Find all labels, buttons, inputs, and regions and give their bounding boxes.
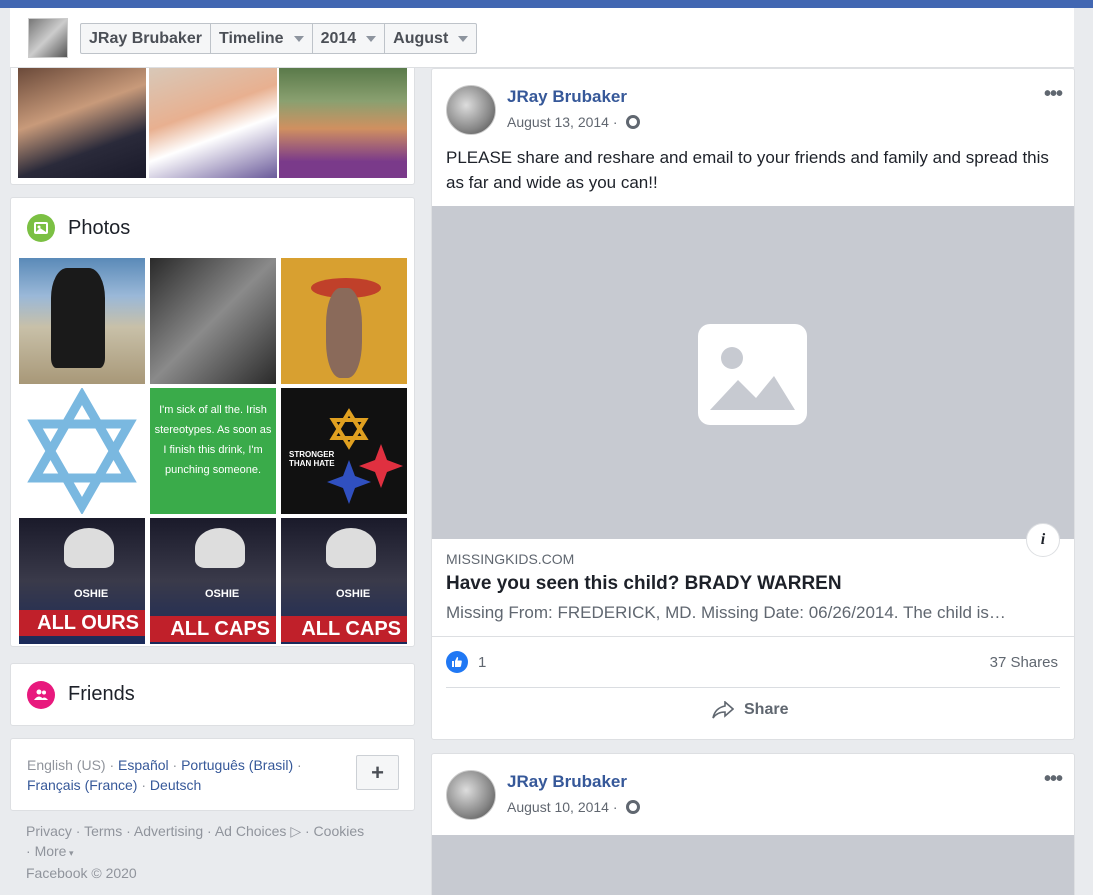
chevron-down-icon (366, 35, 377, 42)
top-photos-card (10, 68, 415, 185)
post-author[interactable]: JRay Brubaker (507, 87, 627, 107)
crumb-timeline[interactable]: Timeline (211, 24, 313, 53)
chevron-down-icon (458, 35, 469, 42)
share-button[interactable]: Share (712, 701, 788, 719)
adchoices-icon: ▷ (286, 823, 302, 839)
chevron-down-icon (293, 35, 304, 42)
friends-icon (27, 681, 55, 709)
language-card: English (US) · Español · Português (Bras… (10, 738, 415, 811)
footer-link-advertising[interactable]: Advertising (134, 823, 203, 839)
like-count: 1 (478, 653, 487, 671)
share-icon (712, 701, 734, 719)
divider (446, 687, 1060, 688)
photo-thumb[interactable]: STRONGER THAN HATE (281, 388, 407, 514)
crumb-month[interactable]: August (385, 24, 476, 53)
language-current: English (US) (27, 757, 106, 773)
profile-avatar[interactable] (28, 18, 68, 58)
divider (432, 636, 1074, 637)
copyright: Facebook © 2020 (26, 865, 137, 881)
photo-thumb[interactable]: OSHIE ALL CAPS (281, 518, 407, 644)
crumb-year[interactable]: 2014 (313, 24, 386, 53)
post-author[interactable]: JRay Brubaker (507, 772, 627, 792)
share-count[interactable]: 37 Shares (990, 654, 1058, 671)
globe-icon (625, 115, 640, 129)
photo-thumb[interactable] (149, 68, 277, 178)
link-preview-image[interactable] (432, 835, 1074, 895)
photo-thumb[interactable]: OSHIE ALL CAPS (150, 518, 276, 644)
crumb-profile[interactable]: JRay Brubaker (81, 24, 211, 53)
language-list: English (US) · Español · Português (Bras… (27, 757, 302, 793)
photo-thumb[interactable] (18, 68, 146, 178)
photo-thumb[interactable] (19, 258, 145, 384)
timeline-header: JRay Brubaker Timeline 2014 August (10, 8, 1074, 68)
link-title: Have you seen this child? BRADY WARREN (446, 573, 842, 594)
post-text: PLEASE share and reshare and email to yo… (446, 148, 1049, 192)
photo-thumb[interactable]: OSHIE ALL OURS (19, 518, 145, 644)
globe-icon (625, 800, 640, 814)
image-placeholder-icon (698, 324, 807, 425)
language-link[interactable]: Español (118, 757, 169, 773)
post-date: August 13, 2014 · (507, 114, 640, 130)
link-domain: MISSINGKIDS.COM (446, 551, 575, 567)
add-language-button[interactable]: + (356, 755, 399, 790)
photos-title[interactable]: Photos (68, 217, 130, 240)
language-link[interactable]: Deutsch (150, 777, 201, 793)
avatar[interactable] (446, 770, 496, 820)
footer: Privacy · Terms · Advertising · Ad Choic… (26, 823, 365, 881)
footer-link-terms[interactable]: Terms (84, 823, 122, 839)
link-preview-image[interactable] (432, 206, 1074, 539)
photos-card: Photos I'm sick of all the. Irish stereo… (10, 197, 415, 647)
breadcrumb: JRay Brubaker Timeline 2014 August (80, 23, 478, 54)
more-options-icon[interactable]: ••• (1044, 768, 1063, 791)
post: JRay Brubaker August 10, 2014 · ••• (431, 753, 1075, 895)
photo-thumb[interactable]: I'm sick of all the. Irish stereotypes. … (150, 388, 276, 514)
like-icon (446, 651, 468, 673)
language-link[interactable]: Português (Brasil) (181, 757, 293, 773)
top-blue-bar (0, 0, 1093, 8)
photo-thumb[interactable] (279, 68, 407, 178)
footer-link-adchoices[interactable]: Ad Choices (215, 823, 287, 839)
footer-link-privacy[interactable]: Privacy (26, 823, 72, 839)
friends-card: Friends (10, 663, 415, 726)
avatar[interactable] (446, 85, 496, 135)
link-description: Missing From: FREDERICK, MD. Missing Dat… (446, 603, 1006, 622)
link-preview[interactable]: MISSINGKIDS.COM Have you seen this child… (446, 551, 1061, 623)
footer-link-cookies[interactable]: Cookies (314, 823, 365, 839)
photo-thumb[interactable] (19, 386, 145, 516)
reactions[interactable]: 1 (446, 651, 486, 673)
photo-thumb[interactable] (281, 258, 407, 384)
chevron-down-icon: ▾ (66, 848, 74, 858)
language-link[interactable]: Français (France) (27, 777, 137, 793)
friends-title[interactable]: Friends (68, 683, 135, 706)
photos-icon (27, 214, 55, 242)
photo-thumb[interactable] (150, 258, 276, 384)
more-options-icon[interactable]: ••• (1044, 83, 1063, 106)
post-date: August 10, 2014 · (507, 799, 640, 815)
post: JRay Brubaker August 13, 2014 · ••• PLEA… (431, 68, 1075, 740)
footer-link-more[interactable]: More (35, 843, 67, 859)
